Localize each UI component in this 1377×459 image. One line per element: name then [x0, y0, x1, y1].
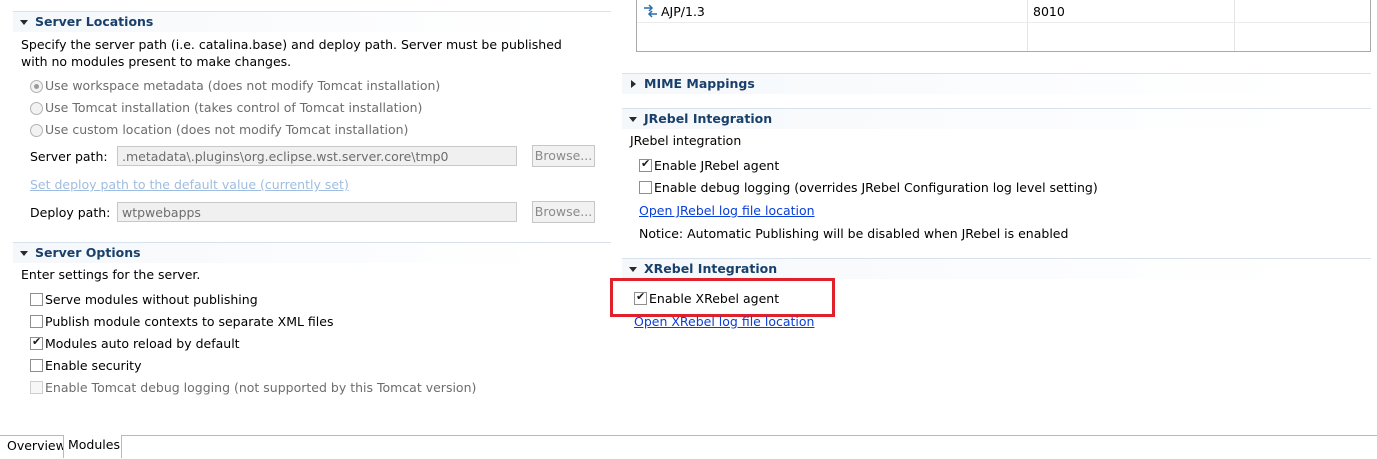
collapse-arrow-icon[interactable]: [629, 117, 637, 122]
port-number-cell[interactable]: 8010: [1033, 4, 1065, 19]
radio-tomcat-installation[interactable]: [30, 102, 43, 115]
tab-bar-divider: [0, 435, 1377, 436]
collapse-arrow-icon[interactable]: [20, 20, 28, 25]
jrebel-notice: Notice: Automatic Publishing will be dis…: [639, 226, 1069, 241]
deploy-path-browse-button[interactable]: Browse...: [532, 201, 595, 223]
radio-workspace-metadata[interactable]: [30, 80, 43, 93]
check-icon: ✔: [636, 290, 646, 303]
section-title: JRebel Integration: [644, 111, 773, 126]
checkbox-publish-contexts-label: Publish module contexts to separate XML …: [45, 314, 334, 329]
collapse-arrow-icon[interactable]: [20, 251, 28, 256]
checkbox-serve-modules-label: Serve modules without publishing: [45, 292, 258, 307]
collapse-arrow-icon[interactable]: [629, 267, 637, 272]
checkbox-auto-reload[interactable]: ✔: [30, 335, 43, 350]
tab-modules[interactable]: Modules: [63, 435, 122, 458]
deploy-path-label: Deploy path:: [30, 205, 111, 220]
check-icon: ✔: [32, 335, 42, 348]
section-title: Server Locations: [35, 14, 154, 29]
section-title: Server Options: [35, 245, 141, 260]
checkbox-enable-jrebel-agent-label: Enable JRebel agent: [654, 158, 780, 173]
server-path-field[interactable]: .metadata\.plugins\org.eclipse.wst.serve…: [117, 146, 517, 166]
radio-workspace-metadata-label: Use workspace metadata (does not modify …: [45, 78, 441, 93]
server-locations-header[interactable]: Server Locations: [13, 11, 611, 32]
table-row-divider: [637, 22, 1370, 23]
server-options-header[interactable]: Server Options: [13, 242, 611, 263]
checkbox-tomcat-debug-label: Enable Tomcat debug logging (not support…: [45, 380, 477, 395]
checkbox-tomcat-debug[interactable]: [30, 381, 43, 394]
section-title: MIME Mappings: [644, 76, 755, 91]
deploy-path-field[interactable]: wtpwebapps: [117, 202, 517, 222]
open-xrebel-log-link[interactable]: Open XRebel log file location: [634, 314, 814, 329]
mime-mappings-header[interactable]: MIME Mappings: [622, 73, 1371, 94]
set-deploy-path-link[interactable]: Set deploy path to the default value (cu…: [30, 177, 349, 192]
server-options-description: Enter settings for the server.: [21, 267, 201, 282]
section-title: XRebel Integration: [644, 261, 778, 276]
radio-custom-location[interactable]: [30, 124, 43, 137]
jrebel-integration-header[interactable]: JRebel Integration: [622, 108, 1371, 129]
checkbox-enable-jrebel-agent[interactable]: ✔: [639, 157, 652, 172]
checkbox-enable-xrebel-agent[interactable]: ✔: [634, 290, 647, 305]
xrebel-integration-header[interactable]: XRebel Integration: [622, 258, 1371, 279]
radio-custom-location-label: Use custom location (does not modify Tom…: [45, 122, 409, 137]
checkbox-jrebel-debug-logging-label: Enable debug logging (overrides JRebel C…: [654, 180, 1098, 195]
tab-overview[interactable]: Overview: [3, 436, 66, 458]
checkbox-auto-reload-label: Modules auto reload by default: [45, 336, 240, 351]
checkbox-enable-xrebel-agent-label: Enable XRebel agent: [649, 291, 780, 306]
expand-arrow-icon[interactable]: [631, 80, 636, 88]
check-icon: ✔: [641, 157, 651, 170]
checkbox-serve-modules[interactable]: [30, 293, 43, 306]
checkbox-enable-security[interactable]: [30, 359, 43, 372]
radio-tomcat-installation-label: Use Tomcat installation (takes control o…: [45, 100, 423, 115]
checkbox-enable-security-label: Enable security: [45, 358, 142, 373]
port-name-cell: AJP/1.3: [661, 4, 705, 19]
jrebel-subtitle: JRebel integration: [630, 133, 742, 148]
table-row[interactable]: AJP/1.3 8010: [637, 0, 1370, 22]
connector-icon: [644, 4, 657, 18]
server-locations-description: Specify the server path (i.e. catalina.b…: [21, 37, 562, 69]
checkbox-jrebel-debug-logging[interactable]: [639, 181, 652, 194]
server-path-label: Server path:: [30, 149, 108, 164]
ports-table: AJP/1.3 8010: [636, 0, 1371, 52]
checkbox-publish-contexts[interactable]: [30, 315, 43, 328]
open-jrebel-log-link[interactable]: Open JRebel log file location: [639, 203, 815, 218]
server-path-browse-button[interactable]: Browse...: [532, 145, 595, 167]
